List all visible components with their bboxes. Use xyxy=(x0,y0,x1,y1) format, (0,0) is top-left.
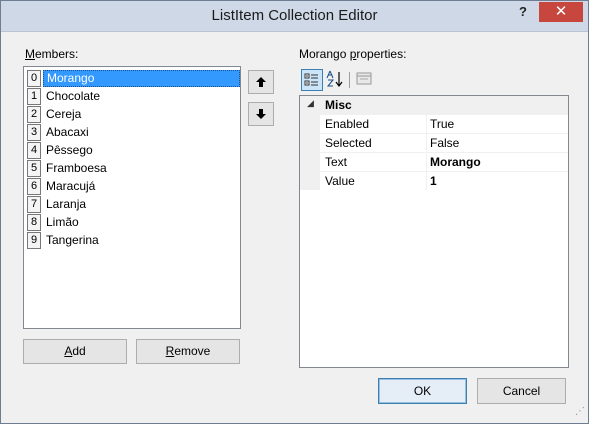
categorized-icon xyxy=(304,73,318,86)
property-pages-icon xyxy=(356,72,372,85)
move-up-button[interactable] xyxy=(248,70,274,94)
list-item-index: 2 xyxy=(27,106,41,123)
list-item-index: 1 xyxy=(27,88,41,105)
list-item[interactable]: 6 Maracujá xyxy=(26,177,240,195)
alphabetical-button[interactable] xyxy=(324,69,346,91)
list-item-name: Laranja xyxy=(46,197,87,211)
collapse-triangle-icon[interactable]: ◢ xyxy=(307,98,314,109)
list-item-name: Abacaxi xyxy=(46,125,89,139)
list-item-index: 9 xyxy=(27,232,41,249)
property-grid-toolbar xyxy=(299,69,569,93)
list-item-name: Tangerina xyxy=(46,233,99,247)
close-button[interactable]: ✕ xyxy=(539,2,583,22)
remove-button[interactable]: Remove xyxy=(136,339,240,364)
property-row-selected[interactable]: Selected False xyxy=(320,133,568,152)
title-bar[interactable]: ListItem Collection Editor ? ✕ xyxy=(1,1,588,32)
list-item-index: 7 xyxy=(27,196,41,213)
property-row-value[interactable]: Value 1 xyxy=(320,171,568,190)
list-item-name: Limão xyxy=(46,215,79,229)
categorized-button[interactable] xyxy=(301,69,323,91)
list-item-name: Cereja xyxy=(46,107,82,121)
category-row-misc[interactable]: ◢ Misc xyxy=(300,96,568,114)
close-icon: ✕ xyxy=(554,3,568,20)
property-value[interactable]: False xyxy=(426,134,568,152)
members-list[interactable]: 0 Morango 1 Chocolate 2 Cereja 3 Abacaxi… xyxy=(23,66,241,329)
list-item-index: 0 xyxy=(27,70,41,87)
property-row-text[interactable]: Text Morango xyxy=(320,152,568,171)
arrow-up-icon xyxy=(256,77,266,87)
toolbar-separator xyxy=(349,72,350,88)
list-item-index: 4 xyxy=(27,142,41,159)
category-name: Misc xyxy=(325,98,352,112)
list-item-name: Chocolate xyxy=(46,89,101,103)
list-item[interactable]: 1 Chocolate xyxy=(26,87,240,105)
cancel-button[interactable]: Cancel xyxy=(477,378,566,404)
arrow-down-icon xyxy=(256,109,266,119)
list-item-name: Morango xyxy=(43,70,240,87)
list-item[interactable]: 2 Cereja xyxy=(26,105,240,123)
ok-button[interactable]: OK xyxy=(378,378,467,404)
list-item[interactable]: 5 Framboesa xyxy=(26,159,240,177)
window-title: ListItem Collection Editor xyxy=(211,7,378,24)
list-item-index: 8 xyxy=(27,214,41,231)
list-item[interactable]: 4 Pêssego xyxy=(26,141,240,159)
property-value[interactable]: 1 xyxy=(426,172,568,190)
list-item-index: 3 xyxy=(27,124,41,141)
add-button[interactable]: Add xyxy=(23,339,127,364)
collection-editor-window: ListItem Collection Editor ? ✕ Members: … xyxy=(0,0,589,424)
property-name: Text xyxy=(325,155,348,169)
list-item[interactable]: 8 Limão xyxy=(26,213,240,231)
list-item-name: Framboesa xyxy=(46,161,107,175)
property-name: Selected xyxy=(325,136,372,150)
members-label: Members: xyxy=(25,47,79,61)
move-down-button[interactable] xyxy=(248,102,274,126)
help-button[interactable]: ? xyxy=(509,2,537,22)
property-value[interactable]: Morango xyxy=(426,153,568,171)
property-name: Enabled xyxy=(325,117,370,131)
property-grid[interactable]: ◢ Misc Enabled True Selected False Text … xyxy=(299,95,569,368)
list-item[interactable]: 7 Laranja xyxy=(26,195,240,213)
property-value[interactable]: True xyxy=(426,115,568,133)
list-item-name: Maracujá xyxy=(46,179,96,193)
list-item[interactable]: 0 Morango xyxy=(26,69,240,87)
property-name: Value xyxy=(325,174,355,188)
list-item[interactable]: 3 Abacaxi xyxy=(26,123,240,141)
resize-grip-icon[interactable]: ⋰ xyxy=(571,405,585,419)
property-pages-button[interactable] xyxy=(353,69,375,91)
property-row-enabled[interactable]: Enabled True xyxy=(320,114,568,133)
list-item-index: 6 xyxy=(27,178,41,195)
list-item[interactable]: 9 Tangerina xyxy=(26,231,240,249)
list-item-index: 5 xyxy=(27,160,41,177)
properties-label: Morango properties: xyxy=(299,47,407,61)
list-item-name: Pêssego xyxy=(46,143,93,157)
alphabetical-icon xyxy=(326,70,343,87)
